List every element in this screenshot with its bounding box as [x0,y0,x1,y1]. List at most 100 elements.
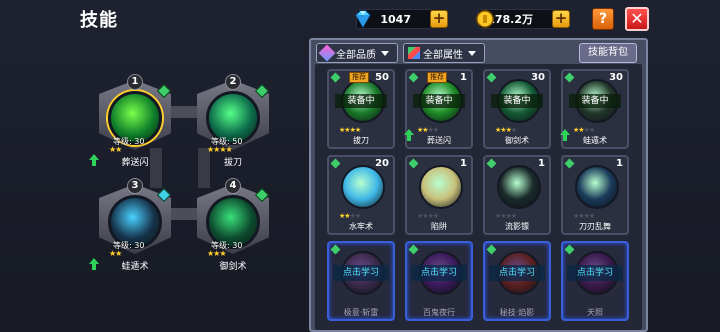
skill-card[interactable]: 50 推荐装备中 ★★★★ 拔刀 [327,69,395,149]
skill-count: 1 [616,158,623,169]
diamond-icon [355,10,371,28]
skill-name: 流影镖 [505,222,529,231]
attribute-icon [408,47,420,59]
skill-card[interactable]: 30 装备中 ★★★★ 蛙遁术 [560,69,629,149]
equipped-label: 装备中 [569,94,621,108]
element-gem-icon [486,72,497,83]
element-gem-icon [330,72,341,83]
element-gem-icon [408,244,419,255]
star-rating: ★★★★ [417,126,439,134]
skill-orb-icon [497,165,541,209]
element-gem-icon [330,158,341,169]
element-gem-icon [486,244,497,255]
skill-count: 1 [460,72,467,83]
star-rating: ★★★★ [339,212,361,220]
skill-bag-button[interactable]: 技能背包 [579,43,637,63]
star-rating: ★★ [109,249,122,258]
slot-number: 3 [127,178,143,194]
close-button[interactable]: ✕ [625,7,649,31]
skill-name: 水牢术 [349,222,373,231]
skill-name: 拔刀 [223,158,242,168]
star-rating: ★★★★ [495,212,517,220]
skill-name: 蛙遁术 [583,136,607,145]
skill-name: 御剑术 [505,136,529,145]
skill-name: 秘技·焰影 [499,308,535,317]
page-title: 技能 [80,10,118,31]
learn-label: 点击学习 [567,265,623,281]
element-gem-icon [408,72,419,83]
skill-card[interactable]: 1 ★★★★ 刀刃乱舞 [561,155,629,235]
skill-count: 50 [375,72,389,83]
recommended-badge: 推荐 [427,72,447,83]
skill-card[interactable]: 1 推荐装备中 ★★★★ 葬送闪 [404,69,473,149]
learn-label: 点击学习 [333,265,389,281]
gem-counter: 1047 [352,9,432,29]
coin-icon [476,10,494,28]
skill-orb-icon [419,165,463,209]
equipped-label: 装备中 [413,94,465,108]
skill-card[interactable]: 点击学习 天照 [561,241,629,321]
equipped-label: 装备中 [491,94,543,108]
element-gem-icon [408,158,419,169]
skill-name: 葬送闪 [121,158,149,168]
recommended-badge: 推荐 [349,72,369,83]
skill-grid: 50 推荐 装备中 ★★★★ 拔刀 1 推荐 装备中 ★★★★ 葬送闪 30 装备中 ★★★★ 御剑术 30… [315,64,642,330]
star-rating: ★★★★ [417,212,439,220]
equipped-slot-4[interactable]: 4 等级: 30 ★★★ 御剑术 [193,178,273,273]
skill-orb-icon [341,165,385,209]
star-rating: ★★ [109,145,122,154]
skill-count: 30 [609,72,623,83]
skill-card[interactable]: 20 ★★★★ 水牢术 [327,155,395,235]
star-rating: ★★★★ [495,126,517,134]
quality-icon [318,44,336,62]
skill-card[interactable]: 点击学习秘技·焰影 [483,241,551,321]
element-gem-icon [564,158,575,169]
attribute-filter-label: 全部属性 [423,49,463,61]
skill-name: 陷阱 [431,222,447,231]
quality-filter-label: 全部品质 [336,49,376,61]
element-gem-icon [330,244,341,255]
slot-number: 2 [225,74,241,90]
chevron-down-icon [468,50,476,56]
skill-card[interactable]: 1 ★★★★ 陷阱 [405,155,473,235]
gold-counter: 178.2万 [474,9,554,29]
skill-count: 20 [375,158,389,169]
equipped-slot-1[interactable]: 1 等级: 30 ★★ 葬送闪 [89,74,175,169]
equipped-slot-3[interactable]: 3 等级: 30 ★★ 蛙遁术 [89,178,175,273]
skill-card[interactable]: 30 装备中 ★★★★ 御剑术 [483,69,551,149]
help-button[interactable]: ? [592,8,614,30]
star-rating: ★★★★ [573,212,595,220]
buy-gems-button[interactable]: + [430,10,448,28]
skill-name: 御剑术 [219,262,247,272]
element-gem-icon [486,158,497,169]
skill-card[interactable]: 点击学习 百鬼夜行 [405,241,473,321]
skill-name: 葬送闪 [427,136,451,145]
element-gem-icon [564,72,575,83]
gem-count: 1047 [380,12,411,26]
skill-name: 百鬼夜行 [423,308,455,317]
equipped-label: 装备中 [335,94,387,108]
buy-gold-button[interactable]: + [552,10,570,28]
chevron-down-icon [381,50,389,56]
star-rating: ★★★★ [573,126,595,134]
learn-label: 点击学习 [411,265,467,281]
skill-card[interactable]: 点击学习 极意·斩雷 [327,241,395,321]
star-rating: ★★★★ [207,145,233,154]
skill-count: 1 [460,158,467,169]
skill-name: 蛙遁术 [121,262,149,272]
skill-name: 天照 [587,308,603,317]
skill-card[interactable]: 1 ★★★★ 流影镖 [483,155,551,235]
quality-filter-dropdown[interactable]: 全部品质 [316,43,398,63]
skill-orb-icon [575,165,619,209]
skill-count: 30 [531,72,545,83]
equipped-slot-2[interactable]: 2 等级: 50 ★★★★ 拔刀 [193,74,273,169]
star-rating: ★★★ [207,249,227,258]
learn-label: 点击学习 [489,265,545,281]
skill-name: 拔刀 [353,136,369,145]
star-rating: ★★★★ [339,126,361,134]
slot-number: 4 [225,178,241,194]
skill-inventory-panel: 全部品质 全部属性 技能背包 50 推荐装备中 ★★★★ 拔刀 1 推荐装备中 ★★★★ 葬送… [309,38,648,332]
skill-count: 1 [538,158,545,169]
element-gem-icon [564,244,575,255]
attribute-filter-dropdown[interactable]: 全部属性 [403,43,485,63]
